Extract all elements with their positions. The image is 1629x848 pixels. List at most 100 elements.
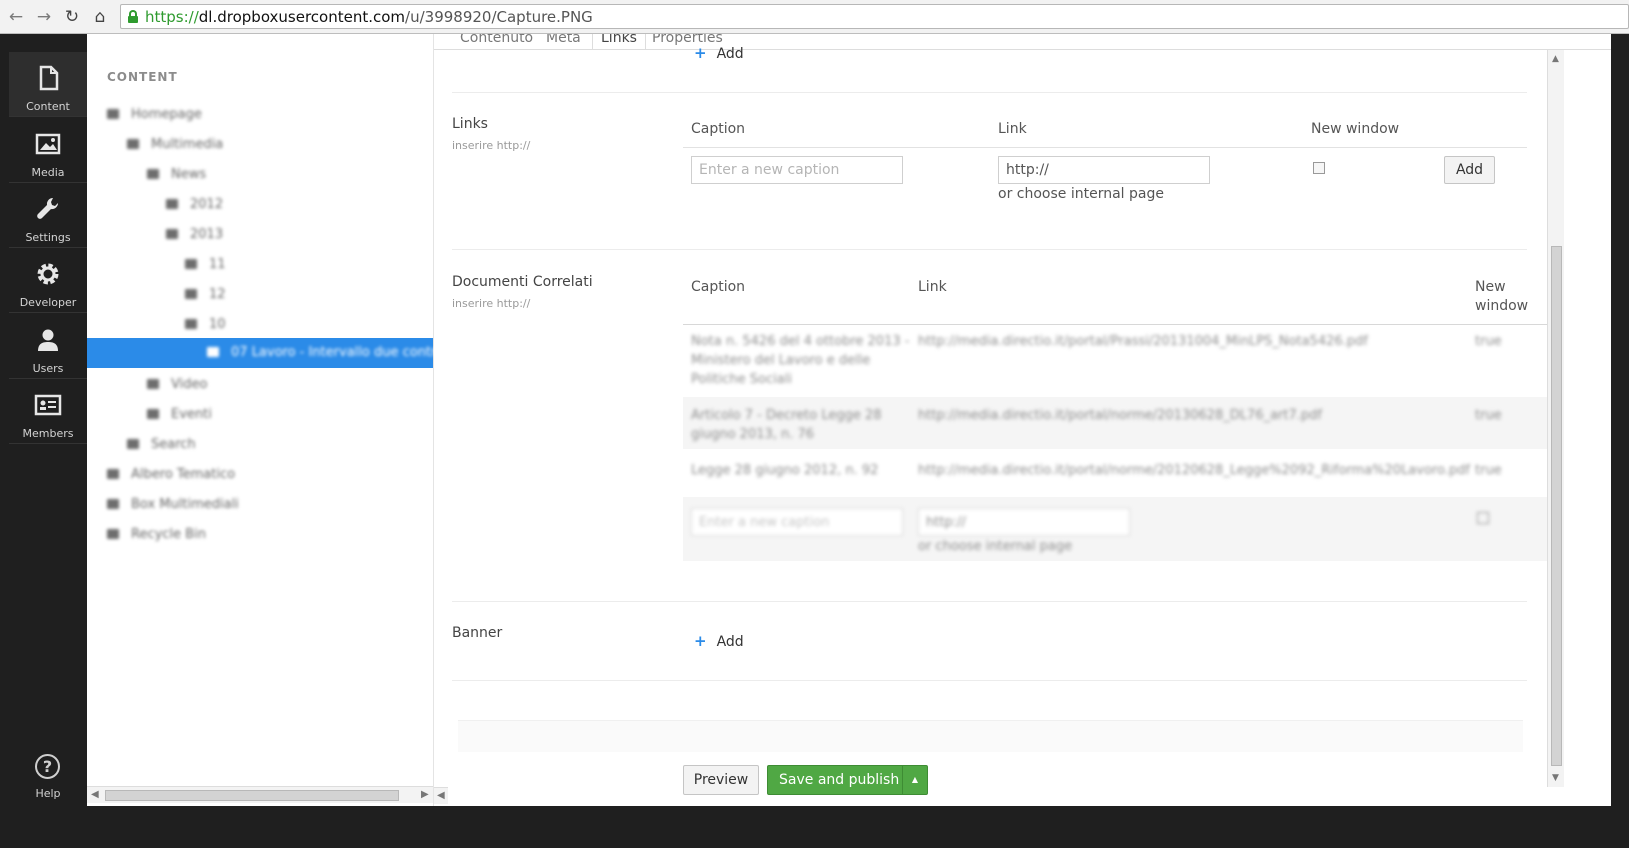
choose-internal-page-link[interactable]: or choose internal page bbox=[998, 186, 1164, 202]
scroll-down-icon[interactable]: ▼ bbox=[1552, 773, 1559, 783]
prop-links-label: Links bbox=[452, 116, 488, 132]
tree-node[interactable]: 11 bbox=[185, 254, 226, 284]
col-link: Link bbox=[998, 121, 1027, 137]
scrollbar-thumb[interactable] bbox=[1551, 246, 1562, 766]
doc-new-window: true bbox=[1475, 408, 1502, 423]
tree-node[interactable]: 2012 bbox=[166, 194, 223, 224]
link-caption-input[interactable] bbox=[691, 156, 903, 184]
section-media[interactable]: Media bbox=[9, 118, 87, 183]
col-link: Link bbox=[918, 279, 947, 295]
footer-spacer bbox=[458, 720, 1523, 752]
section-content[interactable]: Content bbox=[9, 52, 87, 117]
preview-button[interactable]: Preview bbox=[683, 765, 759, 795]
doc-link[interactable]: http://media.directio.it/portal/norme/20… bbox=[918, 406, 1322, 425]
doc-caption: Articolo 7 - Decreto Legge 28 giugno 201… bbox=[691, 408, 882, 442]
section-developer[interactable]: Developer bbox=[9, 248, 87, 313]
banner-add-link[interactable]: + Add bbox=[694, 632, 744, 650]
image-icon bbox=[35, 133, 61, 155]
doc-link[interactable]: http://media.directio.it/portal/Prassi/2… bbox=[918, 332, 1368, 351]
id-card-icon bbox=[34, 394, 62, 416]
prop-docs-label: Documenti Correlati bbox=[452, 274, 593, 290]
doc-caption-input[interactable]: Enter a new caption bbox=[691, 508, 903, 536]
section-users[interactable]: Users bbox=[9, 314, 87, 379]
tree-node-selected[interactable]: 07 Lavoro - Intervallo due contr bbox=[87, 338, 436, 368]
scroll-up-icon[interactable]: ▲ bbox=[1552, 54, 1559, 64]
divider bbox=[452, 249, 1527, 250]
col-new-window-line2: window bbox=[1475, 298, 1529, 314]
tree-node[interactable]: 12 bbox=[185, 284, 226, 314]
url-text: https://dl.dropboxusercontent.com/u/3998… bbox=[145, 8, 593, 26]
gear-icon bbox=[37, 263, 59, 285]
tree-node[interactable]: Multimedia bbox=[127, 134, 223, 164]
add-link-button[interactable]: Add bbox=[1444, 156, 1495, 184]
table-header-line bbox=[683, 324, 1547, 325]
cms-app: Content Media Settings Developer Users M… bbox=[9, 34, 1611, 806]
doc-new-window: true bbox=[1475, 463, 1502, 478]
add-link[interactable]: + Add bbox=[694, 44, 744, 62]
tree-node[interactable]: Video bbox=[147, 374, 207, 404]
tree-node[interactable]: Eventi bbox=[147, 404, 212, 434]
col-caption: Caption bbox=[691, 121, 746, 137]
scroll-right-icon[interactable]: ▶ bbox=[421, 789, 429, 800]
tree-node[interactable]: 2013 bbox=[166, 224, 223, 254]
table-header-line bbox=[683, 147, 1527, 148]
home-icon[interactable]: ⌂ bbox=[90, 7, 110, 27]
folder-icon bbox=[185, 289, 197, 299]
back-icon[interactable]: ← bbox=[6, 7, 26, 27]
help-button[interactable]: ? Help bbox=[9, 746, 87, 806]
prop-banner-label: Banner bbox=[452, 625, 503, 641]
scrollbar-thumb[interactable] bbox=[105, 790, 399, 801]
content-tree: CONTENT Homepage Multimedia News 2012 20… bbox=[87, 34, 436, 806]
tree-node[interactable]: Recycle Bin bbox=[107, 524, 206, 554]
doc-url-input[interactable]: http:// bbox=[918, 508, 1130, 536]
video-icon bbox=[147, 379, 159, 389]
tree-node[interactable]: Search bbox=[127, 434, 196, 464]
lock-icon bbox=[128, 10, 138, 23]
tree-node[interactable]: Homepage bbox=[107, 104, 202, 134]
section-bar: Content Media Settings Developer Users M… bbox=[9, 34, 87, 806]
folder-icon bbox=[166, 229, 178, 239]
doc-link[interactable]: http://media.directio.it/portal/norme/20… bbox=[918, 461, 1470, 480]
link-url-input[interactable] bbox=[998, 156, 1210, 184]
prop-links-desc: inserire http:// bbox=[452, 139, 531, 152]
editor-panel: Contenuto Meta Links Properties + Add Lin… bbox=[434, 34, 1611, 806]
editor-vertical-scrollbar[interactable]: ▲ ▼ bbox=[1547, 50, 1564, 787]
folder-icon bbox=[185, 259, 197, 269]
help-icon: ? bbox=[35, 754, 60, 779]
col-new-window-line1: New bbox=[1475, 279, 1506, 295]
list-icon bbox=[147, 169, 159, 179]
document-icon bbox=[207, 347, 219, 357]
caret-up-icon[interactable]: ▲ bbox=[902, 766, 927, 794]
document-icon bbox=[39, 65, 59, 91]
address-bar[interactable]: https://dl.dropboxusercontent.com/u/3998… bbox=[120, 4, 1629, 29]
reload-icon[interactable]: ↻ bbox=[62, 7, 82, 27]
prop-docs-desc: inserire http:// bbox=[452, 297, 531, 310]
save-and-publish-button[interactable]: Save and publish ▲ bbox=[767, 765, 928, 795]
tree-horizontal-scrollbar[interactable]: ◀ ▶ bbox=[87, 786, 433, 803]
wrench-icon bbox=[37, 197, 59, 219]
scroll-left-icon[interactable]: ◀ bbox=[91, 789, 99, 800]
monitor-icon bbox=[147, 409, 159, 419]
folder-icon bbox=[166, 199, 178, 209]
plus-icon: + bbox=[694, 632, 707, 650]
doc-new-window: true bbox=[1475, 334, 1502, 349]
section-settings[interactable]: Settings bbox=[9, 183, 87, 248]
tree-node[interactable]: Box Multimediali bbox=[107, 494, 239, 524]
section-members[interactable]: Members bbox=[9, 379, 87, 444]
tree-node[interactable]: News bbox=[147, 164, 206, 194]
tree-title: CONTENT bbox=[107, 70, 178, 84]
tree-node[interactable]: Albero Tematico bbox=[107, 464, 235, 494]
divider bbox=[452, 92, 1527, 93]
browser-toolbar: ← → ↻ ⌂ https://dl.dropboxusercontent.co… bbox=[0, 0, 1629, 34]
plus-icon: + bbox=[694, 44, 707, 62]
forward-icon[interactable]: → bbox=[34, 7, 54, 27]
tab-contenuto[interactable]: Contenuto bbox=[452, 34, 541, 49]
home-icon bbox=[107, 109, 119, 119]
doc-choose-internal-page-link[interactable]: or choose internal page bbox=[918, 537, 1072, 556]
doc-new-window-checkbox[interactable] bbox=[1477, 512, 1489, 524]
tab-links[interactable]: Links bbox=[592, 34, 646, 49]
tab-meta[interactable]: Meta bbox=[538, 34, 589, 49]
scroll-left-icon[interactable]: ◀ bbox=[434, 787, 448, 804]
new-window-checkbox[interactable] bbox=[1313, 162, 1325, 174]
folder-icon bbox=[107, 499, 119, 509]
